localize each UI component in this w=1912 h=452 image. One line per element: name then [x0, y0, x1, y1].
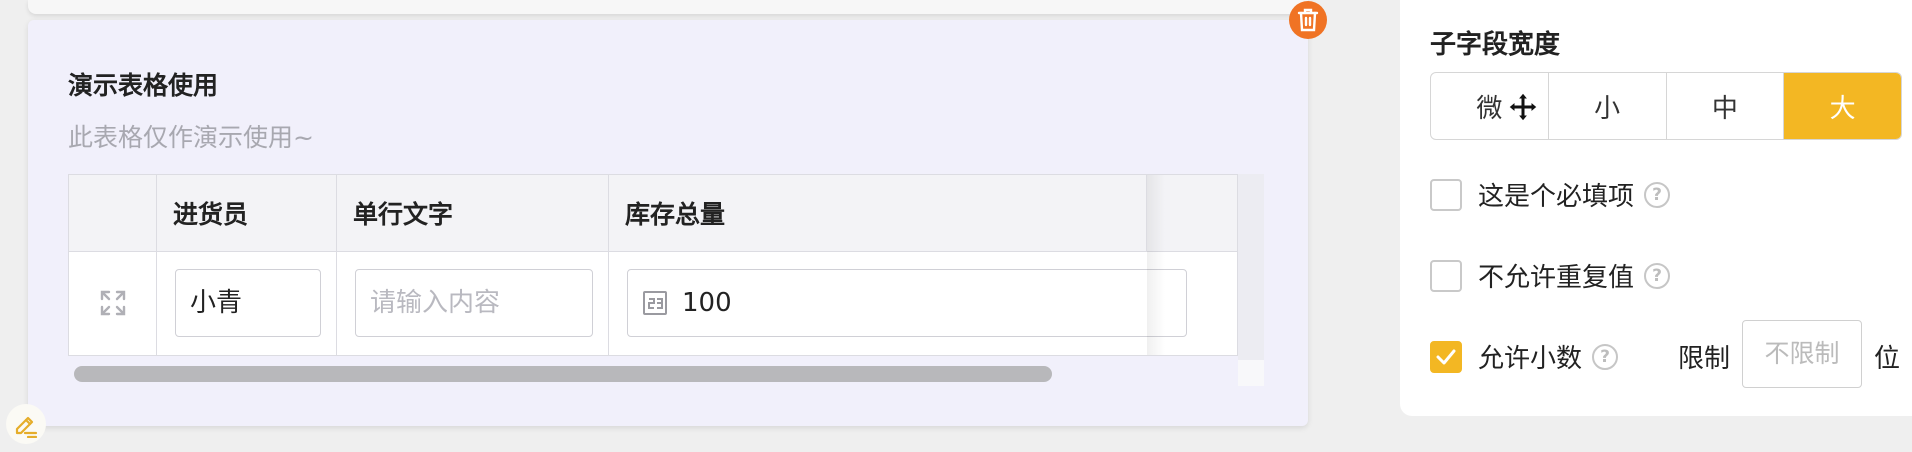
decimal-limit-input[interactable]: 不限制	[1742, 320, 1862, 388]
move-cursor-icon	[1508, 92, 1538, 122]
row-index-cell	[69, 252, 157, 356]
field-title: 演示表格使用	[68, 71, 219, 100]
required-label: 这是个必填项	[1478, 182, 1635, 212]
column-header-buyer: 进货员	[157, 175, 337, 251]
column-header-text: 单行文字	[337, 175, 609, 251]
allow-decimal-label: 允许小数	[1478, 344, 1583, 374]
help-icon[interactable]: ?	[1644, 262, 1671, 289]
width-option-label: 大	[1829, 93, 1856, 124]
no-duplicate-checkbox[interactable]	[1430, 259, 1462, 292]
header-index-cell	[69, 175, 157, 251]
stock-number-input[interactable]: 100	[627, 269, 1187, 337]
scrollbar-thumb[interactable]	[74, 366, 1052, 382]
help-icon[interactable]: ?	[1592, 343, 1619, 370]
number-icon	[643, 291, 667, 315]
no-duplicate-option[interactable]: 不允许重复值 ?	[1430, 257, 1671, 294]
horizontal-scrollbar[interactable]	[68, 360, 1238, 386]
column-header-label: 单行文字	[353, 200, 454, 229]
settings-panel: 子字段宽度 微 小 中 大 这是个必填项 ? 不允许重复值 ? 允许小数 ? 限…	[1400, 0, 1912, 416]
help-icon[interactable]: ?	[1644, 181, 1671, 208]
width-option-medium[interactable]: 中	[1667, 73, 1785, 139]
buyer-cell: 小青	[157, 252, 337, 356]
table-row: 小青 请输入内容 100	[69, 252, 1237, 356]
vertical-scrollbar[interactable]	[1238, 174, 1264, 386]
field-description: 此表格仅作演示使用~	[68, 123, 314, 152]
expand-icon[interactable]	[99, 289, 127, 317]
edit-pencil-icon	[15, 416, 38, 438]
sub-table: 进货员 单行文字 库存总量 小青 请输入内容 100	[68, 174, 1268, 386]
scrollbar-corner	[1238, 360, 1264, 386]
text-cell: 请输入内容	[337, 252, 609, 356]
column-header-stock: 库存总量	[609, 175, 1147, 251]
table-field-card[interactable]: 演示表格使用 此表格仅作演示使用~ 进货员 单行文字 库存总量 小青 请输入内容…	[28, 20, 1308, 426]
delete-field-button[interactable]	[1289, 1, 1327, 39]
buyer-input[interactable]: 小青	[175, 269, 321, 337]
table-header-row: 进货员 单行文字 库存总量	[69, 175, 1237, 252]
decimal-limit-label: 限制	[1678, 344, 1731, 374]
required-option[interactable]: 这是个必填项 ?	[1430, 176, 1671, 213]
edit-field-button[interactable]	[6, 404, 46, 444]
width-option-tiny[interactable]: 微	[1431, 73, 1549, 139]
width-option-label: 微	[1476, 93, 1503, 124]
allow-decimal-checkbox[interactable]	[1430, 340, 1462, 373]
previous-field-card	[28, 0, 1308, 14]
stock-value: 100	[682, 288, 732, 318]
width-option-label: 中	[1711, 93, 1738, 124]
no-duplicate-label: 不允许重复值	[1478, 263, 1635, 293]
checkmark-icon	[1436, 349, 1456, 364]
subfield-width-label: 子字段宽度	[1430, 30, 1561, 60]
sub-table-grid: 进货员 单行文字 库存总量 小青 请输入内容 100	[68, 174, 1238, 356]
required-checkbox[interactable]	[1430, 178, 1462, 211]
width-option-small[interactable]: 小	[1549, 73, 1667, 139]
width-option-large[interactable]: 大	[1784, 73, 1901, 139]
single-line-text-input[interactable]: 请输入内容	[355, 269, 593, 337]
column-header-label: 进货员	[173, 200, 249, 229]
trash-icon	[1297, 8, 1319, 32]
column-header-label: 库存总量	[625, 200, 726, 229]
allow-decimal-option[interactable]: 允许小数 ?	[1430, 338, 1619, 375]
width-segmented-control: 微 小 中 大	[1430, 72, 1902, 140]
fixed-column-shadow	[1147, 175, 1237, 355]
decimal-limit-unit: 位	[1874, 344, 1901, 374]
stock-cell: 100	[609, 252, 1239, 356]
width-option-label: 小	[1594, 93, 1621, 124]
